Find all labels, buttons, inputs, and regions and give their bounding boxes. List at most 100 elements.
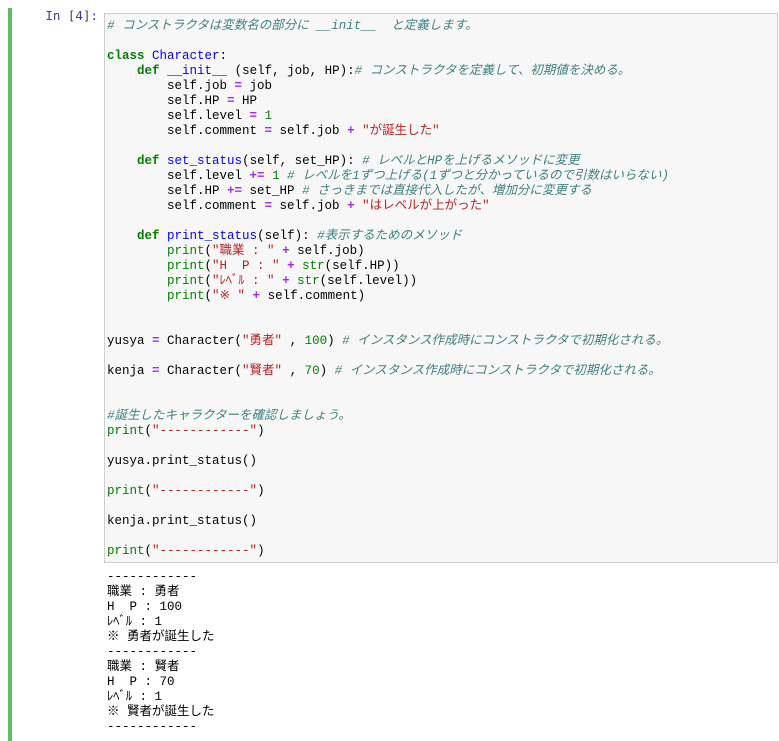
code-line: self.HP += set_HP # さっきまでは直接代入したが、増加分に変更… (107, 184, 669, 199)
code-token: "が誕生した" (362, 124, 440, 138)
code-token: self.comment (107, 124, 265, 138)
code-token: 70 (304, 364, 320, 378)
code-line: print("H P : " + str(self.HP)) (107, 259, 669, 274)
code-line: self.HP = HP (107, 94, 669, 109)
code-token: (self.level)) (319, 274, 418, 288)
code-token: , (282, 334, 305, 348)
code-token: self.comment) (260, 289, 366, 303)
code-line: print("------------") (107, 544, 669, 559)
code-token: # インスタンス作成時にコンストラクタで初期化される。 (334, 364, 661, 378)
code-line: print("------------") (107, 424, 669, 439)
output-line: 職業 : 賢者 (107, 660, 180, 674)
code-token: (self): (257, 229, 318, 243)
output-line: ﾚﾍﾞﾙ : 1 (107, 690, 163, 704)
output-line: 職業 : 勇者 (107, 585, 180, 599)
code-token: : (219, 49, 228, 63)
code-token: def (137, 64, 160, 78)
code-token: job (242, 79, 273, 93)
code-input-area[interactable]: # コンストラクタは変数名の部分に __init__ と定義します。 class … (104, 13, 778, 563)
code-line: yusya.print_status() (107, 454, 669, 469)
code-token: __init__ (167, 64, 228, 78)
code-token: print_status (167, 229, 258, 243)
code-line: #誕生したキャラクターを確認しましょう。 (107, 409, 669, 424)
output-line: ------------ (107, 570, 198, 584)
code-line: def print_status(self): #表示するためのメソッド (107, 229, 669, 244)
code-token: Character (152, 49, 220, 63)
code-token: = (264, 124, 273, 138)
code-token: # レベルとHPを上げるメソッドに変更 (362, 154, 580, 168)
code-token: # レベルを1ずつ上げる(1ずつと分かっているので引数はいらない) (287, 169, 669, 183)
code-token: self.job (107, 79, 235, 93)
code-token: "------------" (152, 424, 258, 438)
code-line: print("------------") (107, 484, 669, 499)
code-token: ( (204, 274, 213, 288)
code-token: 1 (272, 169, 280, 183)
code-token: "※ " (212, 289, 246, 303)
output-line: H P : 70 (107, 675, 175, 689)
code-token: set_status (167, 154, 243, 168)
code-editor[interactable]: # コンストラクタは変数名の部分に __init__ と定義します。 class … (107, 19, 669, 559)
code-token: + (347, 124, 355, 138)
code-token: #表示するためのメソッド (317, 229, 463, 243)
code-line: print("※ " + self.comment) (107, 289, 669, 304)
output-line: ﾚﾍﾞﾙ : 1 (107, 615, 163, 629)
code-token: ( (204, 244, 213, 258)
code-token: ( (144, 544, 153, 558)
code-token: self.HP (107, 184, 228, 198)
code-line: self.level += 1 # レベルを1ずつ上げる(1ずつと分かっているの… (107, 169, 669, 184)
code-line: self.level = 1 (107, 109, 669, 124)
code-token: = (234, 79, 243, 93)
code-line: yusya = Character("勇者" , 100) # インスタンス作成… (107, 334, 669, 349)
code-token: # コンストラクタは変数名の部分に __init__ と定義します。 (107, 19, 478, 33)
code-token: yusya.print_status() (107, 454, 258, 468)
code-token: 100 (304, 334, 328, 348)
code-token: print (167, 259, 205, 273)
code-line: self.comment = self.job + "が誕生した" (107, 124, 669, 139)
code-token: + (282, 244, 290, 258)
code-token: self.level (107, 109, 250, 123)
code-token: class (107, 49, 145, 63)
output-line: ※ 賢者が誕生した (107, 705, 215, 719)
code-token: (self.HP)) (324, 259, 400, 273)
input-prompt: In [4]: (45, 8, 98, 23)
code-token: self.level (107, 169, 250, 183)
code-token: self.HP (107, 94, 228, 108)
code-token: ) (257, 544, 265, 558)
output-line: ------------ (107, 720, 198, 734)
code-token: + (282, 274, 290, 288)
cell-output: ------------ 職業 : 勇者 H P : 100 ﾚﾍﾞﾙ : 1 ※ 勇者… (107, 570, 215, 735)
code-token: ( (144, 424, 153, 438)
code-line: print("ﾚﾍﾞﾙ : " + str(self.level)) (107, 274, 669, 289)
code-token: (self, job, HP): (227, 64, 355, 78)
code-token: , (282, 364, 305, 378)
code-line: kenja.print_status() (107, 514, 669, 529)
code-token: + (252, 289, 261, 303)
code-line: print("職業 : " + self.job) (107, 244, 669, 259)
output-line: ------------ (107, 645, 198, 659)
code-token: "------------" (152, 484, 258, 498)
code-token: ( (204, 259, 213, 273)
code-token: set_HP (242, 184, 303, 198)
code-line: self.job = job (107, 79, 669, 94)
code-token: "賢者" (242, 364, 283, 378)
output-line: H P : 100 (107, 600, 183, 614)
